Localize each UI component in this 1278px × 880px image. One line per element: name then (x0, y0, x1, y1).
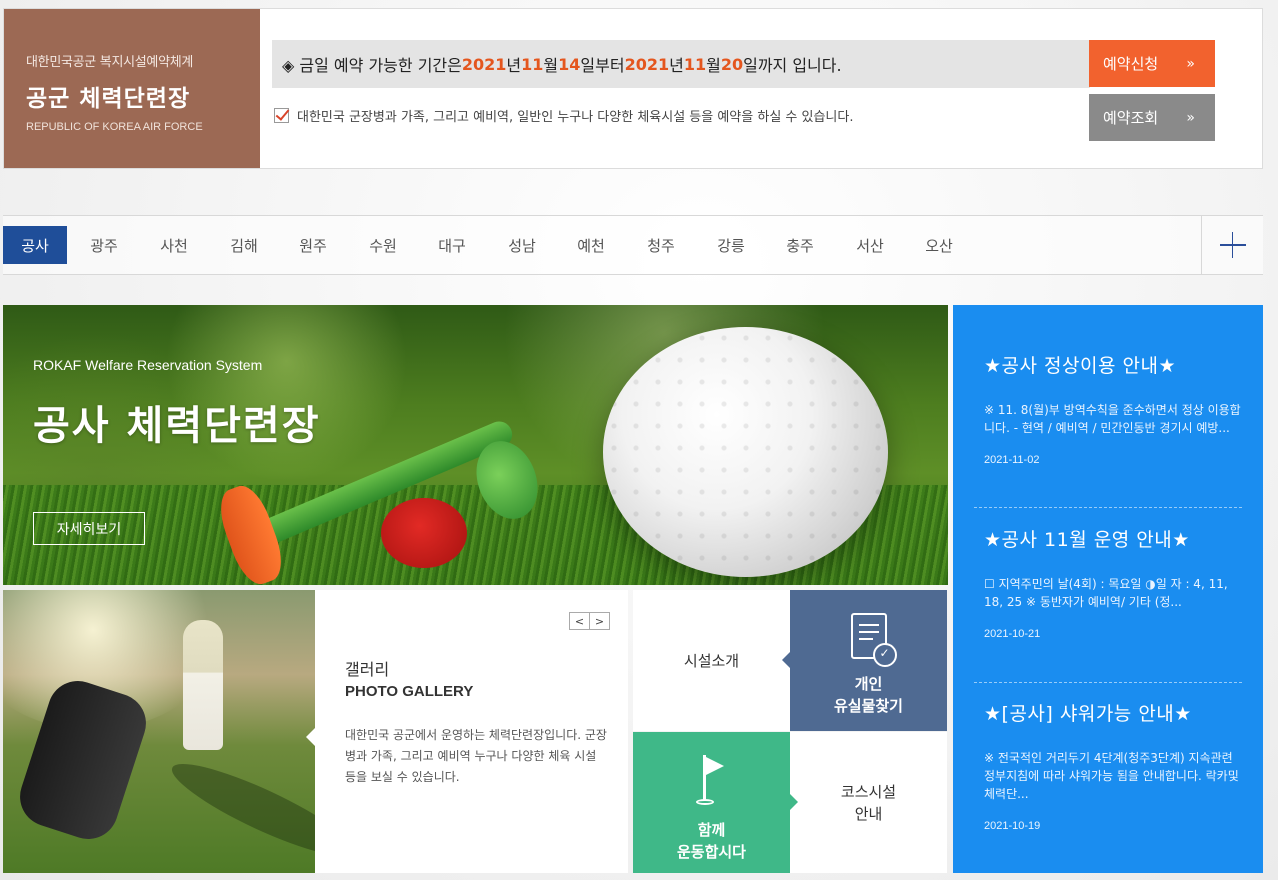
golfer-figure (183, 620, 223, 750)
brand-subtitle: 대한민국공군 복지시설예약체계 (26, 55, 194, 70)
golf-ball-image (603, 327, 888, 577)
tab-location[interactable]: 대구 (420, 226, 484, 264)
tab-location[interactable]: 서산 (838, 226, 902, 264)
gallery-panel: < > 갤러리 PHOTO GALLERY 대한민국 공군에서 운영하는 체력단… (306, 590, 628, 873)
gallery-title-english: PHOTO GALLERY (345, 683, 474, 700)
news-summary: ※ 전국적인 거리두기 4단계(청주3단계) 지속관련 정부지침에 따라 샤워가… (984, 751, 1239, 801)
golf-tee-image (381, 498, 467, 568)
end-year: 2021 (624, 54, 670, 74)
hero-banner: ROKAF Welfare Reservation System 공사 체력단련… (3, 305, 948, 585)
tab-location[interactable]: 성남 (490, 226, 554, 264)
tab-location[interactable]: 예천 (559, 226, 623, 264)
facility-intro-link[interactable]: 시설소개 (633, 590, 790, 731)
tab-location[interactable]: 공사 (3, 226, 67, 264)
news-divider (974, 682, 1242, 683)
news-date: 2021-10-19 (984, 820, 1041, 832)
start-month: 11 (521, 54, 544, 74)
news-item[interactable]: ★[공사] 샤워가능 안내★ ※ 전국적인 거리두기 4단계(청주3단계) 지속… (984, 699, 1242, 832)
plus-icon[interactable] (1201, 216, 1263, 274)
tab-location[interactable]: 충주 (768, 226, 832, 264)
golf-flag-icon (695, 751, 728, 807)
news-panel: ★공사 정상이용 안내★ ※ 11. 8(월)부 방역수칙을 준수하면서 정상 … (953, 305, 1263, 873)
start-day: 14 (558, 54, 581, 74)
gallery-prev-button[interactable]: < (569, 612, 590, 630)
news-title[interactable]: ★[공사] 샤워가능 안내★ (984, 699, 1242, 726)
tab-location[interactable]: 오산 (907, 226, 971, 264)
hero-more-button[interactable]: 자세히보기 (33, 512, 145, 545)
lost-and-found-link[interactable]: 개인 유실물찾기 (782, 590, 947, 731)
tab-location[interactable]: 수원 (351, 226, 415, 264)
gallery-image[interactable] (3, 590, 315, 873)
brand-logo[interactable]: 대한민국공군 복지시설예약체계 공군 체력단련장 REPUBLIC OF KOR… (4, 9, 260, 168)
news-item[interactable]: ★공사 정상이용 안내★ ※ 11. 8(월)부 방역수칙을 준수하면서 정상 … (984, 351, 1242, 466)
gallery-next-button[interactable]: > (589, 612, 610, 630)
tab-location[interactable]: 김해 (212, 226, 276, 264)
news-title[interactable]: ★공사 11월 운영 안내★ (984, 525, 1242, 552)
tab-location[interactable]: 청주 (629, 226, 693, 264)
news-item[interactable]: ★공사 11월 운영 안내★ ☐ 지역주민의 날(4회) : 목요일 ◑일 자 … (984, 525, 1242, 640)
end-month: 11 (683, 54, 707, 74)
reservation-period-banner: ◈ 금일 예약 가능한 기간은 2021 년 11 월 14 일부터 2021 년 11… (272, 40, 1090, 88)
location-tabs: 공사 광주 사천 김해 원주 수원 대구 성남 예천 청주 강릉 충주 서산 오… (3, 215, 1263, 275)
gallery-title[interactable]: 갤러리 (345, 656, 389, 680)
chevron-double-right-icon: » (1186, 55, 1195, 72)
notice-text: 대한민국 군장병과 가족, 그리고 예비역, 일반인 누구나 다양한 체육시설 … (297, 110, 854, 125)
end-day: 20 (720, 54, 744, 74)
quick-links: 시설소개 개인 유실물찾기 함께 운동합시다 코스시설 안내 (633, 590, 948, 873)
shadow-decoration (163, 749, 315, 871)
news-title[interactable]: ★공사 정상이용 안내★ (984, 351, 1242, 378)
checkbox-checked-icon (274, 108, 289, 123)
brand-title: 공군 체력단련장 (26, 86, 191, 112)
tab-location[interactable]: 광주 (72, 226, 136, 264)
news-summary: ※ 11. 8(월)부 방역수칙을 준수하면서 정상 이용합니다. - 현역 /… (984, 403, 1241, 435)
reservation-check-button[interactable]: 예약조회 » (1089, 94, 1215, 141)
header: 대한민국공군 복지시설예약체계 공군 체력단련장 REPUBLIC OF KOR… (3, 8, 1263, 169)
tab-location[interactable]: 원주 (281, 226, 345, 264)
news-divider (974, 507, 1242, 508)
chevron-double-right-icon: » (1186, 109, 1195, 126)
gallery-description: 대한민국 공군에서 운영하는 체력단련장입니다. 군장병과 가족, 그리고 예비… (345, 728, 607, 784)
reservation-apply-button[interactable]: 예약신청 » (1089, 40, 1215, 87)
news-summary: ☐ 지역주민의 날(4회) : 목요일 ◑일 자 : 4, 11, 18, 25… (984, 577, 1228, 609)
hero-subtitle: ROKAF Welfare Reservation System (33, 357, 263, 373)
news-date: 2021-11-02 (984, 454, 1040, 466)
hero-title: 공사 체력단련장 (33, 403, 321, 449)
news-date: 2021-10-21 (984, 628, 1041, 640)
brand-english: REPUBLIC OF KOREA AIR FORCE (26, 121, 203, 133)
tab-location[interactable]: 강릉 (699, 226, 763, 264)
gallery-nav: < > (569, 612, 610, 630)
exercise-together-link[interactable]: 함께 운동합시다 (633, 732, 798, 873)
document-check-icon (850, 612, 897, 667)
notice-line: 대한민국 군장병과 가족, 그리고 예비역, 일반인 누구나 다양한 체육시설 … (274, 106, 853, 125)
course-facility-link[interactable]: 코스시설 안내 (790, 732, 947, 873)
tab-location[interactable]: 사천 (142, 226, 206, 264)
start-year: 2021 (461, 54, 507, 74)
